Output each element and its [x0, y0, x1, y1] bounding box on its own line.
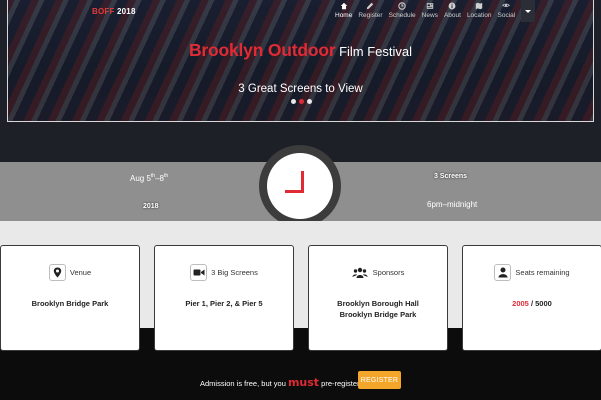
card-label: Seats remaining [515, 268, 570, 277]
brand-year: 2018 [114, 7, 136, 16]
map-icon [476, 2, 483, 10]
register-message: Admission is free, but you must pre-regi… [200, 376, 362, 389]
card-label: 3 Big Screens [211, 268, 258, 277]
screen-count: 3 Screens [434, 173, 468, 180]
caret-down-icon [525, 9, 532, 13]
nav-item-label: Social [497, 12, 516, 19]
card-label: Venue [69, 268, 92, 277]
venue-card: Venue Brooklyn Bridge Park [0, 245, 140, 351]
user-icon [494, 264, 512, 281]
seats-count: 2005 [512, 299, 529, 308]
card-header: Seats remaining [463, 264, 601, 281]
nav-item-news[interactable]: News [419, 0, 441, 19]
clock-icon [398, 2, 406, 10]
info-icon [448, 2, 456, 10]
video-camera-icon [190, 264, 208, 281]
card-header: 3 Big Screens [155, 264, 293, 281]
clock-icon [267, 153, 333, 219]
show-times: 6pm–midnight [427, 200, 478, 209]
nav-item-label: Home [335, 12, 353, 19]
nav-dropdown-toggle[interactable] [521, 0, 536, 22]
home-icon [340, 2, 347, 10]
brand-name: BOFF [92, 7, 115, 16]
seats-remaining-value: 2005 / 5000 [512, 299, 552, 308]
news-icon [426, 3, 433, 9]
social-icon [502, 3, 511, 8]
pen-icon [367, 2, 374, 10]
nav-item-label: Location [466, 12, 492, 19]
register-button[interactable]: REGISTER [358, 371, 401, 389]
festival-year: 2018 [143, 203, 159, 210]
card-value: Brooklyn Bridge Park [31, 299, 109, 308]
nav-item-register[interactable]: Register [355, 0, 385, 19]
screens-card: 3 Big Screens Pier 1, Pier 2, & Pier 5 [154, 245, 294, 351]
nav-item-label: Register [358, 12, 383, 19]
seats-total: 5000 [535, 299, 552, 308]
hero-title-highlight: Brooklyn Outdoor [188, 40, 336, 60]
nav-item-social[interactable]: Social [495, 0, 519, 19]
hero-subtitle: 3 Great Screens to View [238, 83, 363, 95]
nav-item-schedule[interactable]: Schedule [386, 0, 419, 19]
main-nav: Home Register Schedule News About Locati… [332, 0, 536, 22]
carousel-dot-active[interactable] [299, 99, 304, 104]
map-pin-icon [48, 264, 66, 281]
clock-hand-minute [285, 190, 304, 193]
hero-title: Brooklyn Outdoor Film Festival [0, 40, 601, 61]
group-icon [352, 264, 369, 281]
card-header: Sponsors [309, 264, 447, 281]
hero-title-rest: Film Festival [335, 44, 413, 59]
card-value: Pier 1, Pier 2, & Pier 5 [185, 299, 263, 308]
nav-item-location[interactable]: Location [464, 0, 495, 19]
card-value: Brooklyn Borough Hall Brooklyn Bridge Pa… [337, 299, 419, 319]
nav-item-about[interactable]: About [441, 0, 464, 19]
card-header: Venue [1, 264, 139, 281]
hero-section: BOFF 2018 Home Register Schedule News Ab… [0, 0, 601, 162]
nav-item-home[interactable]: Home [332, 0, 355, 19]
brand-logo[interactable]: BOFF 2018 [92, 7, 136, 16]
carousel-dot[interactable] [291, 99, 296, 104]
carousel-dot[interactable] [307, 99, 312, 104]
must-emphasis: must [287, 376, 320, 389]
nav-item-label: News [421, 12, 438, 19]
nav-item-label: Schedule [388, 12, 416, 19]
festival-dates: Aug 5th–8th [130, 173, 169, 183]
carousel-indicators [291, 99, 312, 104]
nav-item-label: About [443, 12, 461, 19]
sponsors-card: Sponsors Brooklyn Borough Hall Brooklyn … [308, 245, 448, 351]
card-label: Sponsors [372, 268, 405, 277]
seats-card: Seats remaining 2005 / 5000 [462, 245, 601, 351]
